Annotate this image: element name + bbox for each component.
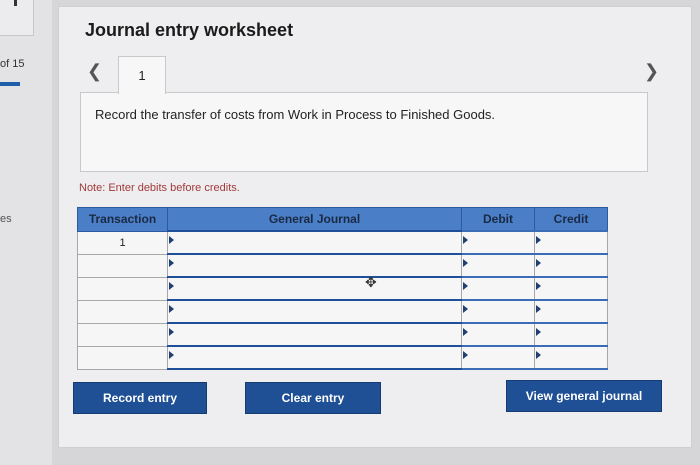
tab-1[interactable]: 1 [118,56,166,94]
left-sidebar: of 15 es [0,0,52,465]
general-journal-select[interactable] [167,322,462,347]
table-row [77,253,608,278]
credit-input[interactable] [534,322,608,347]
dropdown-marker-icon [169,259,174,267]
transaction-cell [77,345,168,370]
progress-bar [0,82,20,86]
journal-worksheet-panel: Journal entry worksheet ❮ 1 ❯ Record the… [58,6,692,448]
col-credit: Credit [534,207,608,232]
input-marker-icon [463,236,468,244]
input-marker-icon [463,305,468,313]
dropdown-marker-icon [169,305,174,313]
input-marker-icon [463,328,468,336]
debit-input[interactable] [461,230,535,255]
input-marker-icon [536,259,541,267]
debit-input[interactable] [461,299,535,324]
instruction-note: Note: Enter debits before credits. [79,182,240,194]
table-header-row: Transaction General Journal Debit Credit [77,207,608,232]
input-marker-icon [463,351,468,359]
col-transaction: Transaction [77,207,168,232]
input-marker-icon [536,305,541,313]
input-marker-icon [463,259,468,267]
sidebar-top-box [0,0,34,36]
transaction-cell: 1 [77,230,168,255]
debit-input[interactable] [461,322,535,347]
debit-input[interactable] [461,253,535,278]
input-marker-icon [536,328,541,336]
input-marker-icon [536,351,541,359]
chevron-right-icon[interactable]: ❯ [644,61,659,82]
input-marker-icon [463,282,468,290]
table-row [77,345,608,370]
page-counter: of 15 [0,58,25,70]
journal-table: Transaction General Journal Debit Credit… [77,207,608,370]
prompt-box: Record the transfer of costs from Work i… [80,92,648,172]
col-general-journal: General Journal [167,207,462,232]
chevron-left-icon[interactable]: ❮ [87,61,102,82]
transaction-cell [77,299,168,324]
general-journal-select[interactable] [167,230,462,255]
input-marker-icon [536,236,541,244]
credit-input[interactable] [534,345,608,370]
transaction-cell [77,253,168,278]
section-label: es [0,213,12,225]
input-marker-icon [536,282,541,290]
transaction-cell [77,322,168,347]
transaction-cell [77,276,168,301]
col-debit: Debit [461,207,535,232]
debit-input[interactable] [461,276,535,301]
debit-input[interactable] [461,345,535,370]
dropdown-marker-icon [169,328,174,336]
dropdown-marker-icon [169,282,174,290]
table-row [77,276,608,301]
general-journal-select[interactable] [167,276,462,301]
dropdown-marker-icon [169,351,174,359]
dropdown-marker-icon [169,236,174,244]
credit-input[interactable] [534,230,608,255]
credit-input[interactable] [534,276,608,301]
table-row: 1 [77,230,608,255]
record-entry-button[interactable]: Record entry [73,382,207,414]
move-cursor-icon: ✥ [365,274,377,290]
page-title: Journal entry worksheet [85,20,294,40]
sidebar-tick [14,0,17,6]
credit-input[interactable] [534,299,608,324]
view-general-journal-button[interactable]: View general journal [506,380,662,412]
table-row [77,299,608,324]
general-journal-select[interactable] [167,253,462,278]
general-journal-select[interactable] [167,345,462,370]
clear-entry-button[interactable]: Clear entry [245,382,381,414]
credit-input[interactable] [534,253,608,278]
table-row [77,322,608,347]
general-journal-select[interactable] [167,299,462,324]
prompt-text: Record the transfer of costs from Work i… [95,107,496,122]
